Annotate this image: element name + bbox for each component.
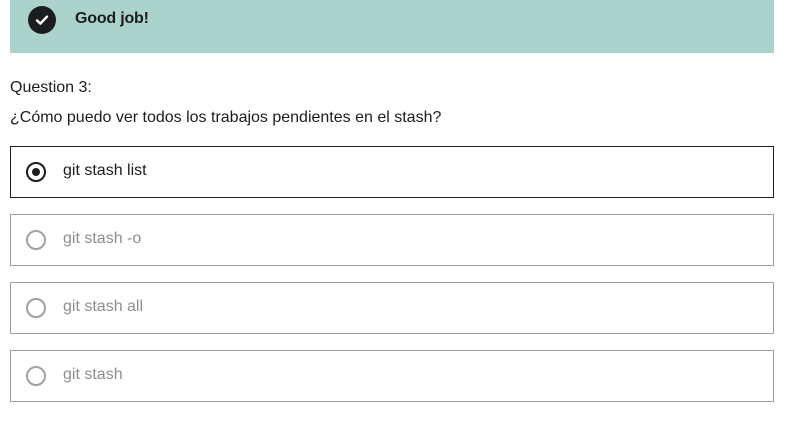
question-number: Question 3: [10,79,92,96]
radio-button[interactable] [26,366,46,386]
quiz-page: Good job! Question 3: ¿Cómo puedo ver to… [0,0,794,422]
radio-button[interactable] [26,298,46,318]
radio-selected-dot [32,168,40,176]
answer-option-4[interactable]: git stash [10,350,774,402]
check-circle-icon [28,6,56,34]
feedback-banner: Good job! [10,0,774,53]
answer-option-3[interactable]: git stash all [10,282,774,334]
answer-option-2[interactable]: git stash -o [10,214,774,266]
radio-button-selected[interactable] [26,162,46,182]
answer-option-1[interactable]: git stash list [10,146,774,198]
feedback-message: Good job! [75,10,149,27]
radio-button[interactable] [26,230,46,250]
answer-label: git stash list [63,162,147,179]
answer-label: git stash -o [63,230,142,247]
question-text: ¿Cómo puedo ver todos los trabajos pendi… [10,109,442,126]
answer-label: git stash all [63,298,144,315]
answer-label: git stash [63,366,123,383]
